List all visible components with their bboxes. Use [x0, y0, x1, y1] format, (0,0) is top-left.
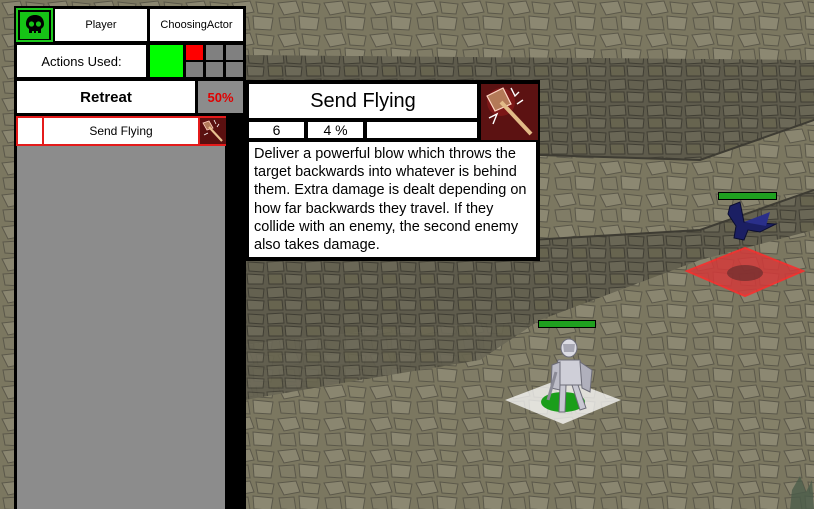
player-health-bar	[539, 321, 595, 327]
action-slot	[226, 62, 243, 77]
actions-used-label: Actions Used:	[16, 44, 147, 78]
ability-name[interactable]: Send Flying	[46, 118, 196, 144]
ability-list-panel	[17, 146, 225, 509]
retreat-chance: 50%	[197, 80, 244, 114]
faction-emblem[interactable]	[16, 8, 53, 42]
player-label: Player	[54, 8, 148, 42]
tooltip-description: Deliver a powerful blow which throws the…	[248, 141, 537, 258]
action-slot	[206, 45, 223, 60]
action-slots-grid	[185, 44, 244, 78]
skull-icon	[20, 11, 49, 39]
ability-slot-marker	[18, 118, 44, 144]
tooltip-stat-range: 6	[248, 121, 305, 139]
action-slot	[186, 62, 203, 77]
enemy-health-bar	[719, 193, 776, 199]
tooltip-stat-extra	[366, 121, 478, 139]
current-actor-indicator	[149, 44, 184, 78]
tooltip-title: Send Flying	[248, 83, 478, 119]
hammer-icon	[480, 83, 538, 140]
hammer-icon[interactable]	[198, 118, 226, 144]
action-slot	[226, 45, 243, 60]
turn-state-label: ChoosingActor	[149, 8, 244, 42]
retreat-button[interactable]: Retreat	[16, 80, 196, 114]
action-slot	[206, 62, 223, 77]
tooltip-stat-chance: 4 %	[307, 121, 364, 139]
action-slot	[186, 45, 203, 60]
